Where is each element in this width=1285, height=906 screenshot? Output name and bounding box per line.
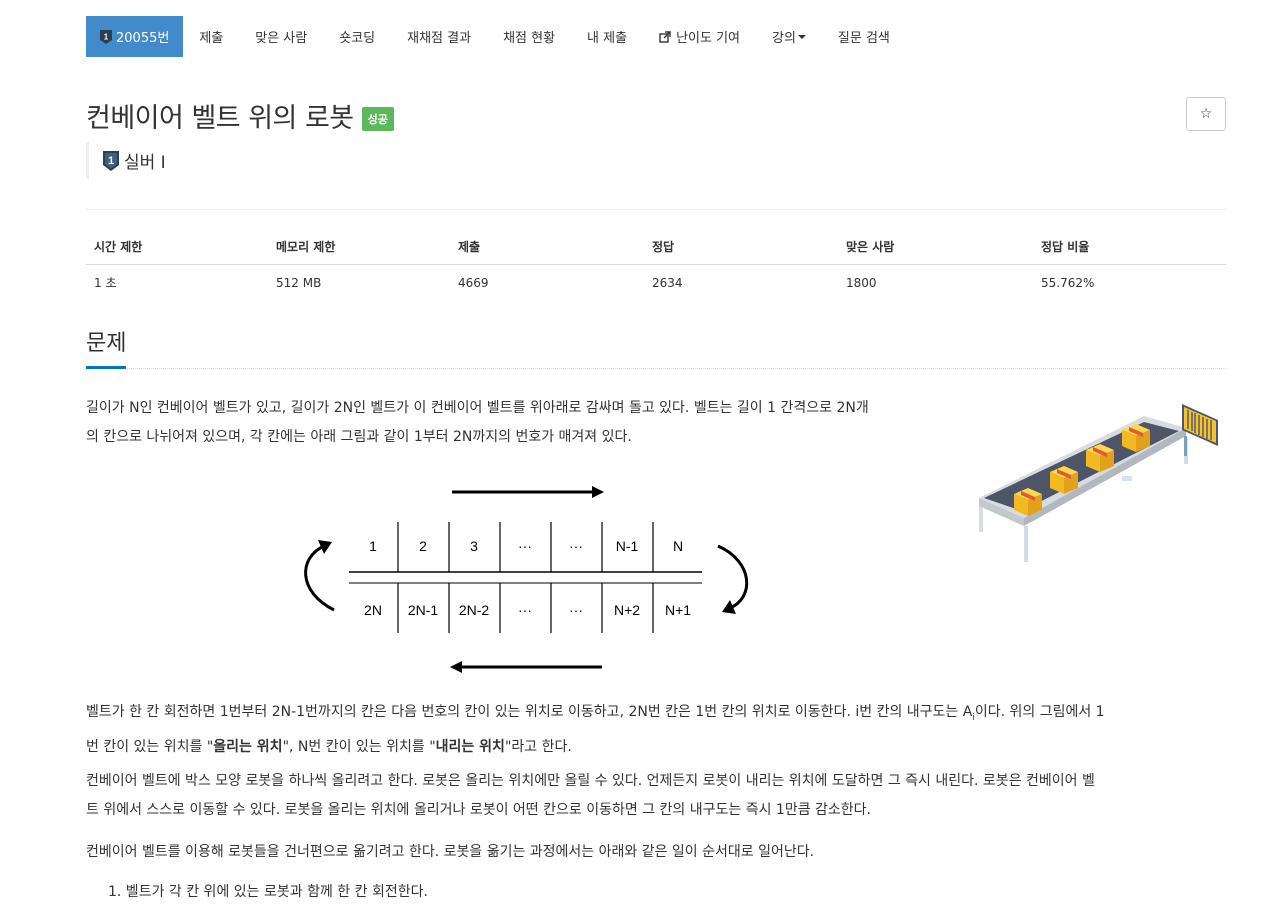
paragraph-line: 컨베이어 벨트에 박스 모양 로봇을 하나씩 올리려고 한다. 로봇은 올리는 … xyxy=(86,773,1095,789)
belt-cell-top: 2 xyxy=(419,538,427,554)
title-row: 컨베이어 벨트 위의 로봇 성공 xyxy=(86,96,394,135)
page-title: 컨베이어 벨트 위의 로봇 xyxy=(86,103,354,134)
text-span: 이다. 위의 그림에서 1 xyxy=(974,704,1105,720)
belt-cell-bottom: N+1 xyxy=(665,602,691,618)
belt-cell-bottom: ··· xyxy=(518,602,532,618)
belt-cell-bottom: ··· xyxy=(569,602,583,618)
nav-rejudge[interactable]: 재채점 결과 xyxy=(391,16,487,57)
problem-nav: 1 20055번 제출 맞은 사람 숏코딩 재채점 결과 채점 현황 내 제출 … xyxy=(86,16,906,57)
section-header: 문제 xyxy=(86,330,1226,369)
nav-submit[interactable]: 제출 xyxy=(183,16,239,57)
nav-lectures-label: 강의 xyxy=(772,31,796,46)
divider xyxy=(86,209,1226,210)
paragraph-line: 번 칸이 있는 위치를 "올리는 위치", N번 칸이 있는 위치를 "내리는 … xyxy=(86,733,1226,762)
header-accept-ratio: 정답 비율 xyxy=(1033,230,1226,265)
bold-term-unload-position: 내리는 위치 xyxy=(435,738,505,755)
header-memory-limit: 메모리 제한 xyxy=(268,230,450,265)
belt-diagram: 1 2 3 ··· ··· N-1 N 2N 2N-1 2N-2 ··· ···… xyxy=(304,486,749,673)
paragraph-line: 벨트가 한 칸 회전하면 1번부터 2N-1번까지의 칸은 다음 번호의 칸이 … xyxy=(86,698,1226,733)
value-submissions: 4669 xyxy=(458,275,489,290)
nav-correct-users[interactable]: 맞은 사람 xyxy=(239,16,323,57)
star-icon: ☆ xyxy=(1199,106,1213,122)
value-time-limit: 1 초 xyxy=(94,276,117,290)
value-memory-limit: 512 MB xyxy=(276,275,322,290)
section-title: 문제 xyxy=(86,330,127,369)
belt-cell-bottom: 2N xyxy=(364,602,382,618)
tier-row: 1 실버 I xyxy=(86,142,166,179)
nav-problem-number-label: 20055번 xyxy=(116,31,170,46)
nav-question-search-label: 질문 검색 xyxy=(837,31,890,46)
paragraph-line: 길이가 N인 컨베이어 벨트가 있고, 길이가 2N인 벨트가 이 컨베이어 벨… xyxy=(86,400,869,416)
text-span: ", N번 칸이 있는 위치를 " xyxy=(282,738,436,755)
problem-paragraph-4: 컨베이어 벨트를 이용해 로봇들을 건너편으로 옮기려고 한다. 로봇을 옮기는… xyxy=(86,838,1226,867)
value-correct-users: 1800 xyxy=(846,275,877,290)
star-button[interactable]: ☆ xyxy=(1186,97,1226,131)
value-accepted: 2634 xyxy=(652,275,683,290)
table-header-row: 시간 제한 메모리 제한 제출 정답 맞은 사람 정답 비율 xyxy=(86,230,1226,265)
text-span: "라고 한다. xyxy=(504,738,572,755)
text-span: 벨트가 한 칸 회전하면 1번부터 2N-1번까지의 칸은 다음 번호의 칸이 … xyxy=(86,704,973,720)
belt-cell-top: 1 xyxy=(369,538,377,554)
bold-term-load-position: 올리는 위치 xyxy=(213,738,283,755)
nav-difficulty-label: 난이도 기여 xyxy=(676,31,740,46)
header-correct-users: 맞은 사람 xyxy=(838,230,1033,265)
external-link-icon xyxy=(659,30,671,43)
problem-info-table: 시간 제한 메모리 제한 제출 정답 맞은 사람 정답 비율 1 초 512 M… xyxy=(86,230,1226,300)
tier-label: 실버 I xyxy=(124,153,166,173)
nav-status[interactable]: 채점 현황 xyxy=(487,16,571,57)
caret-down-icon xyxy=(797,34,806,39)
nav-short-coding-label: 숏코딩 xyxy=(339,31,376,46)
problem-paragraph-1: 길이가 N인 컨베이어 벨트가 있고, 길이가 2N인 벨트가 이 컨베이어 벨… xyxy=(86,394,966,452)
belt-cell-top: N xyxy=(673,538,683,554)
problem-paragraph-2: 벨트가 한 칸 회전하면 1번부터 2N-1번까지의 칸은 다음 번호의 칸이 … xyxy=(86,698,1226,762)
paragraph-line: 컨베이어 벨트를 이용해 로봇들을 건너편으로 옮기려고 한다. 로봇을 옮기는… xyxy=(86,844,815,860)
tier-badge-icon: 1 xyxy=(103,150,119,171)
header-accepted: 정답 xyxy=(644,230,838,265)
text-span: 번 칸이 있는 위치를 " xyxy=(86,738,214,755)
nav-lectures-dropdown[interactable]: 강의 xyxy=(756,16,822,57)
nav-question-search[interactable]: 질문 검색 xyxy=(822,16,906,57)
problem-paragraph-3: 컨베이어 벨트에 박스 모양 로봇을 하나씩 올리려고 한다. 로봇은 올리는 … xyxy=(86,767,1226,825)
nav-status-label: 채점 현황 xyxy=(503,31,556,46)
header-submissions: 제출 xyxy=(450,230,644,265)
value-accept-ratio: 55.762% xyxy=(1041,275,1095,290)
nav-correct-users-label: 맞은 사람 xyxy=(255,31,308,46)
conveyor-belt-illustration xyxy=(979,404,1218,562)
belt-cell-bottom: 2N-1 xyxy=(408,602,439,618)
nav-difficulty[interactable]: 난이도 기여 xyxy=(643,16,756,57)
nav-submit-label: 제출 xyxy=(199,31,224,46)
belt-cell-top: ··· xyxy=(518,538,532,554)
nav-short-coding[interactable]: 숏코딩 xyxy=(323,16,391,57)
nav-rejudge-label: 재채점 결과 xyxy=(407,31,472,46)
status-badge: 성공 xyxy=(361,106,394,131)
nav-my-submissions[interactable]: 내 제출 xyxy=(571,16,643,57)
paragraph-line: 트 위에서 스스로 이동할 수 있다. 로봇을 올리는 위치에 올리거나 로봇이… xyxy=(86,802,871,818)
belt-cell-bottom: 2N-2 xyxy=(459,602,490,618)
nav-my-submissions-label: 내 제출 xyxy=(587,31,628,46)
tier-icon: 1 xyxy=(100,29,112,44)
svg-text:1: 1 xyxy=(108,155,114,167)
svg-text:1: 1 xyxy=(104,32,109,41)
belt-cell-top: ··· xyxy=(569,538,583,554)
belt-cell-bottom: N+2 xyxy=(614,602,640,618)
nav-problem-number[interactable]: 1 20055번 xyxy=(86,16,184,57)
belt-cell-top: N-1 xyxy=(616,538,639,554)
header-time-limit: 시간 제한 xyxy=(86,230,268,265)
table-row: 1 초 512 MB 4669 2634 1800 55.762% xyxy=(86,265,1226,301)
paragraph-line: 의 칸으로 나뉘어져 있으며, 각 칸에는 아래 그림과 같이 1부터 2N까지… xyxy=(86,429,632,445)
belt-cell-top: 3 xyxy=(470,538,478,554)
